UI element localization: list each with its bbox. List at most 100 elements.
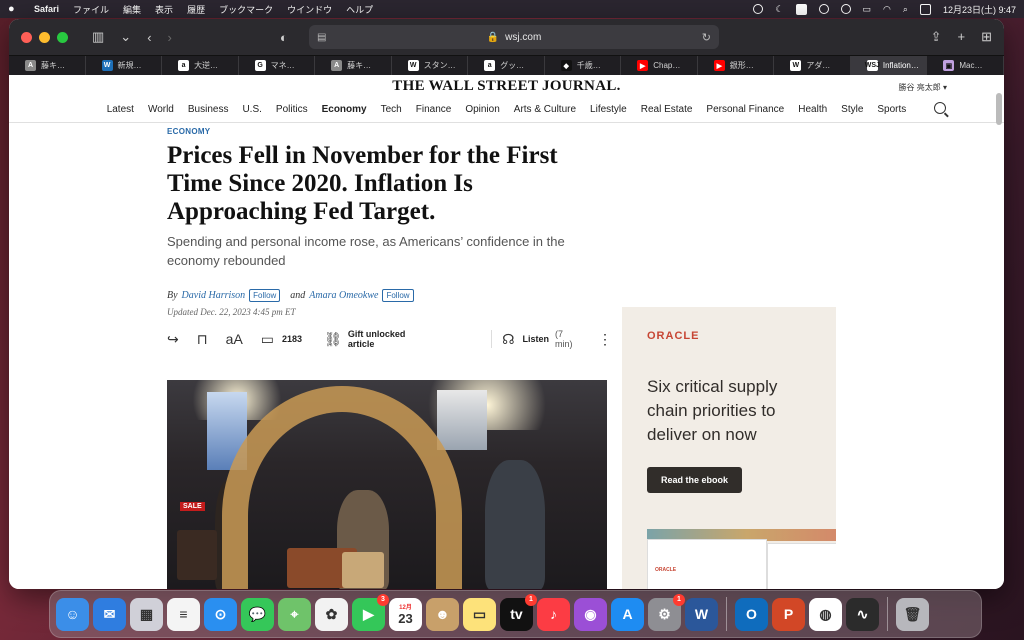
browser-tab[interactable]: WSJ Inflation… [850, 56, 928, 75]
share-icon[interactable]: ⇪ [931, 29, 942, 45]
nav-item-personal-finance[interactable]: Personal Finance [706, 104, 784, 115]
author-link-2[interactable]: Amara Omeokwe [309, 290, 378, 301]
headphones-icon[interactable]: ☊ [502, 331, 514, 348]
wsj-logo[interactable]: THE WALL STREET JOURNAL. [9, 78, 1004, 95]
menu-bookmarks[interactable]: ブックマーク [219, 3, 273, 16]
close-window-button[interactable] [21, 31, 32, 43]
clock-status-icon[interactable] [818, 4, 829, 14]
dock-maps-icon[interactable]: ⌖ [278, 597, 311, 631]
gift-link-icon[interactable]: ⛓ [324, 331, 342, 348]
nav-item-sports[interactable]: Sports [877, 104, 906, 115]
dock-messages-icon[interactable]: 💬 [241, 597, 274, 631]
menu-window[interactable]: ウインドウ [287, 3, 332, 16]
dock-reminders-icon[interactable]: ≡ [167, 597, 200, 631]
spotlight-icon[interactable]: ⌕ [903, 4, 908, 15]
moon-icon[interactable]: ☾ [775, 4, 783, 15]
browser-tab[interactable]: A 藤キ… [315, 56, 392, 75]
more-options-icon[interactable]: ⋮ [598, 331, 612, 348]
dock-apple-tv-icon[interactable]: tv 1 [500, 593, 537, 631]
browser-tab[interactable]: W スタン… [392, 56, 469, 75]
dock-facetime-icon[interactable]: ▶ 3 [352, 593, 389, 631]
dock-notes-icon[interactable]: ▭ [463, 597, 496, 631]
nav-item-real-estate[interactable]: Real Estate [641, 104, 693, 115]
nav-item-politics[interactable]: Politics [276, 104, 308, 115]
browser-tab[interactable]: ▣ Mac… [927, 56, 1004, 75]
search-icon[interactable] [934, 102, 946, 114]
text-size-icon[interactable]: aA [226, 331, 243, 347]
nav-item-finance[interactable]: Finance [416, 104, 452, 115]
comment-icon[interactable]: ▭ [261, 331, 274, 348]
menu-view[interactable]: 表示 [155, 3, 173, 16]
page-settings-icon[interactable]: ▤ [317, 32, 326, 43]
dock-word-icon[interactable]: W [685, 597, 718, 631]
nav-item-economy[interactable]: Economy [322, 104, 367, 115]
address-bar[interactable]: ▤ 🔒 wsj.com ↻ [309, 25, 719, 49]
chevron-down-icon[interactable]: ⌄ [120, 29, 131, 45]
dock-calendar-icon[interactable]: 12月 23 [389, 597, 422, 631]
browser-tab[interactable]: ▶ Chap… [621, 56, 698, 75]
dock-chrome-icon[interactable]: ◍ [809, 597, 842, 631]
apple-menu-icon[interactable]: ● [8, 3, 20, 15]
nav-item-arts-culture[interactable]: Arts & Culture [514, 104, 576, 115]
nav-item-business[interactable]: Business [188, 104, 229, 115]
reload-icon[interactable]: ↻ [702, 31, 711, 44]
menu-clock[interactable]: 12月23日(土) 9:47 [943, 3, 1016, 16]
input-method-icon[interactable] [795, 3, 807, 15]
ad-cta-button[interactable]: Read the ebook [647, 467, 742, 493]
browser-tab[interactable]: a 大逆… [162, 56, 239, 75]
article-photo[interactable]: SALE [167, 380, 607, 589]
browser-tab[interactable]: A 藤キ… [9, 56, 86, 75]
dock-finder-icon[interactable]: ☺ [56, 597, 89, 631]
listen-button[interactable]: Listen [523, 334, 550, 344]
author-link-1[interactable]: David Harrison [182, 290, 246, 301]
dock-contacts-icon[interactable]: ☻ [426, 597, 459, 631]
share-arrow-icon[interactable]: ↪ [167, 331, 179, 348]
dock-podcasts-icon[interactable]: ◉ [574, 597, 607, 631]
menu-app-name[interactable]: Safari [34, 4, 59, 14]
gift-article-button[interactable]: Gift unlocked article [348, 329, 431, 349]
dock-launchpad-icon[interactable]: ▦ [130, 597, 163, 631]
dock-activity-monitor-icon[interactable]: ∿ [846, 597, 879, 631]
dock-music-icon[interactable]: ♪ [537, 597, 570, 631]
comment-count[interactable]: 2183 [282, 334, 302, 344]
dock-mail-icon[interactable]: ✉ [93, 597, 126, 631]
follow-button-2[interactable]: Follow [382, 289, 414, 302]
menu-file[interactable]: ファイル [73, 3, 109, 16]
dock-trash-icon[interactable]: 🗑 [896, 597, 929, 631]
control-center-icon[interactable] [919, 3, 931, 15]
nav-item-tech[interactable]: Tech [381, 104, 402, 115]
user-menu[interactable]: 勝谷 亮太郎 ▾ [899, 82, 947, 93]
nav-item-opinion[interactable]: Opinion [465, 104, 499, 115]
browser-tab[interactable]: ▶ 銀形… [698, 56, 775, 75]
dock-outlook-icon[interactable]: O [735, 597, 768, 631]
browser-tab[interactable]: W 新規… [86, 56, 163, 75]
tab-overview-icon[interactable]: ⊞ [981, 29, 992, 45]
battery-icon[interactable]: ▭ [863, 4, 872, 15]
follow-button-1[interactable]: Follow [249, 289, 281, 302]
article-kicker[interactable]: ECONOMY [167, 127, 612, 136]
dock-safari-icon[interactable]: ⊙ [204, 597, 237, 631]
new-tab-icon[interactable]: + [958, 29, 966, 45]
play-status-icon[interactable] [753, 4, 764, 14]
browser-tab[interactable]: G マネ… [239, 56, 316, 75]
dock-system-settings-icon[interactable]: ⚙ 1 [648, 593, 685, 631]
oracle-ad[interactable]: ORACLE Six critical supply chain priorit… [622, 307, 836, 589]
zoom-window-button[interactable] [57, 31, 68, 43]
nav-item-lifestyle[interactable]: Lifestyle [590, 104, 627, 115]
nav-item-u-s-[interactable]: U.S. [242, 104, 261, 115]
minimize-window-button[interactable] [39, 31, 50, 43]
wifi-icon[interactable]: ◠ [883, 4, 891, 15]
browser-tab[interactable]: a グッ… [468, 56, 545, 75]
forward-icon[interactable]: › [168, 30, 172, 45]
nav-item-latest[interactable]: Latest [107, 104, 134, 115]
browser-tab[interactable]: ◆ 千歳… [545, 56, 622, 75]
bookmark-icon[interactable]: ⊓ [197, 331, 208, 348]
nav-item-world[interactable]: World [148, 104, 174, 115]
menu-history[interactable]: 履歴 [187, 3, 205, 16]
menu-edit[interactable]: 編集 [123, 3, 141, 16]
siri-status-icon[interactable] [840, 4, 851, 14]
browser-tab[interactable]: W アダ… [774, 56, 851, 75]
page-scrollbar[interactable] [996, 93, 1002, 125]
nav-item-health[interactable]: Health [798, 104, 827, 115]
dock-app-store-icon[interactable]: A [611, 597, 644, 631]
